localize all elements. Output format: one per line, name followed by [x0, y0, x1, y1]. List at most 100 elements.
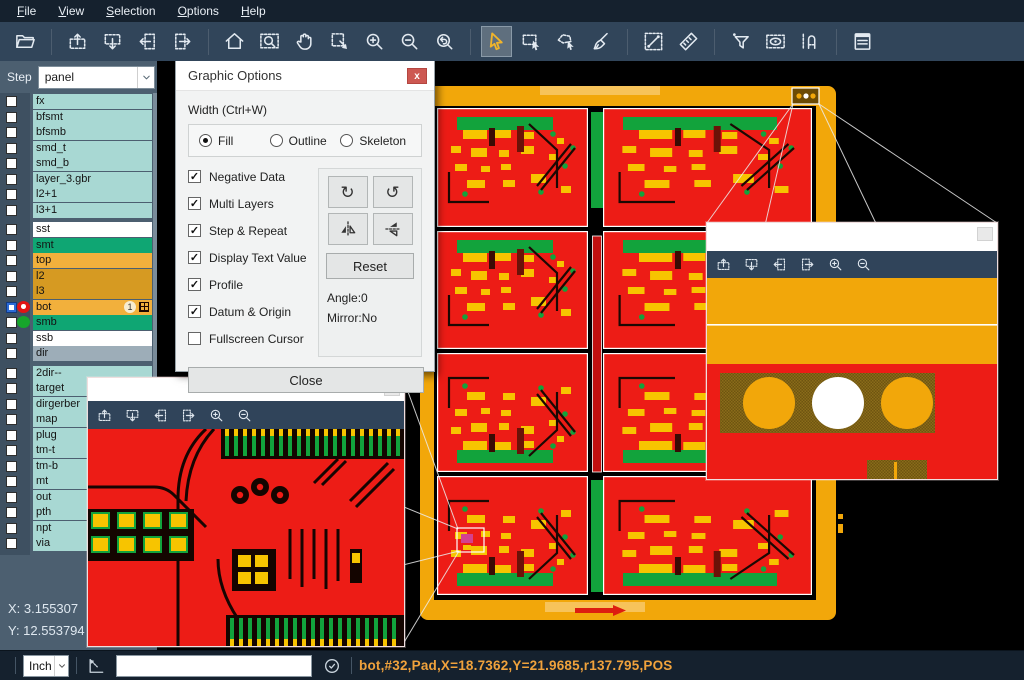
layer-visibility-checkbox[interactable] [6, 414, 17, 425]
pan-right-button[interactable] [799, 256, 816, 273]
left-magnifier-window[interactable] [87, 377, 405, 647]
layer-row[interactable]: smd_t [0, 141, 153, 157]
layer-visibility-checkbox[interactable] [6, 523, 17, 534]
home-view-button[interactable] [219, 26, 250, 57]
layer-visibility-checkbox[interactable] [6, 317, 17, 328]
layer-row[interactable]: bfsmb [0, 125, 153, 141]
layer-name[interactable]: fx [33, 94, 152, 109]
layer-name[interactable]: layer_3.gbr [33, 172, 152, 187]
layer-visibility-checkbox[interactable] [6, 96, 17, 107]
view-box-button[interactable] [760, 26, 791, 57]
layer-row[interactable]: top [0, 253, 153, 269]
pan-down-button[interactable] [97, 26, 128, 57]
layer-name[interactable]: l2+1 [33, 187, 152, 202]
layer-row[interactable]: smb [0, 315, 153, 331]
rotate-cw-button[interactable]: ↻ [328, 176, 368, 208]
layer-name[interactable]: smt [33, 238, 152, 253]
layer-row[interactable]: l3 [0, 284, 153, 300]
layer-row[interactable]: l3+1 [0, 203, 153, 219]
layer-name[interactable]: l3 [33, 284, 152, 299]
radio-skeleton[interactable]: Skeleton [340, 134, 411, 148]
layer-visibility-checkbox[interactable] [6, 158, 17, 169]
layer-name[interactable]: bot1 [33, 300, 152, 315]
radio-fill[interactable]: Fill [199, 134, 270, 148]
layers-panel-button[interactable] [847, 26, 878, 57]
layer-name[interactable]: sst [33, 222, 152, 237]
step-select[interactable]: panel [38, 66, 155, 89]
pan-left-button[interactable] [132, 26, 163, 57]
checkbox-datum-origin[interactable]: ✓Datum & Origin [188, 303, 318, 320]
dialog-titlebar[interactable]: Graphic Options x [176, 61, 434, 91]
layer-name[interactable]: l3+1 [33, 203, 152, 218]
checkbox-fullscreen-cursor[interactable]: Fullscreen Cursor [188, 330, 318, 347]
zoom-out-button[interactable] [855, 256, 872, 273]
clean-brush-button[interactable] [586, 26, 617, 57]
apply-command-icon[interactable] [322, 656, 342, 676]
layer-visibility-checkbox[interactable] [6, 240, 17, 251]
pan-hand-button[interactable] [289, 26, 320, 57]
layer-visibility-checkbox[interactable] [6, 224, 17, 235]
checkbox-multi-layers[interactable]: ✓Multi Layers [188, 195, 318, 212]
layer-row[interactable]: ssb [0, 331, 153, 347]
filter-button[interactable] [725, 26, 756, 57]
zoom-out-button[interactable] [236, 407, 253, 424]
rect-select-button[interactable] [516, 26, 547, 57]
pan-down-button[interactable] [743, 256, 760, 273]
layer-visibility-checkbox[interactable] [6, 112, 17, 123]
checkbox-negative-data[interactable]: ✓Negative Data [188, 168, 318, 185]
layer-row[interactable]: l2+1 [0, 187, 153, 203]
layer-visibility-checkbox[interactable] [6, 476, 17, 487]
layer-visibility-checkbox[interactable] [6, 461, 17, 472]
layer-name[interactable]: bfsmb [33, 125, 152, 140]
move-view-button[interactable] [324, 26, 355, 57]
command-input[interactable] [116, 655, 312, 677]
layer-visibility-checkbox[interactable] [6, 302, 17, 313]
layer-name[interactable]: dir [33, 346, 152, 361]
layer-row[interactable]: fx [0, 94, 153, 110]
popup-minimize-button[interactable] [977, 227, 993, 241]
layer-row[interactable]: smt [0, 238, 153, 254]
measure-distance-button[interactable] [638, 26, 669, 57]
layer-row[interactable]: smd_b [0, 156, 153, 172]
right-magnifier-window[interactable] [706, 222, 998, 480]
rotate-ccw-button[interactable]: ↺ [373, 176, 413, 208]
layer-row[interactable]: bot1 [0, 300, 153, 316]
checkbox-display-text-value[interactable]: ✓Display Text Value [188, 249, 318, 266]
pan-left-button[interactable] [771, 256, 788, 273]
pan-up-button[interactable] [96, 407, 113, 424]
layer-visibility-checkbox[interactable] [6, 399, 17, 410]
layer-name[interactable]: top [33, 253, 152, 268]
layer-visibility-checkbox[interactable] [6, 286, 17, 297]
menu-selection[interactable]: Selection [95, 0, 166, 22]
ruler-button[interactable] [673, 26, 704, 57]
layer-row[interactable]: sst [0, 222, 153, 238]
layer-visibility-checkbox[interactable] [6, 271, 17, 282]
right-magnifier-titlebar[interactable] [707, 223, 997, 251]
reset-button[interactable]: Reset [326, 253, 414, 279]
menu-file[interactable]: File [6, 0, 47, 22]
layer-visibility-checkbox[interactable] [6, 507, 17, 518]
layer-name[interactable]: smb [33, 315, 152, 330]
pan-up-button[interactable] [715, 256, 732, 273]
right-magnifier-content[interactable] [707, 278, 997, 479]
select-arrow-button[interactable] [481, 26, 512, 57]
layer-name[interactable]: smd_t [33, 141, 152, 156]
layer-visibility-checkbox[interactable] [6, 127, 17, 138]
corner-angle-icon[interactable] [86, 656, 106, 676]
layer-visibility-checkbox[interactable] [6, 348, 17, 359]
left-magnifier-content[interactable] [88, 429, 404, 646]
flip-horizontal-button[interactable] [328, 213, 368, 245]
dialog-close-icon[interactable]: x [407, 68, 427, 84]
zoom-out-button[interactable] [394, 26, 425, 57]
layer-name[interactable]: ssb [33, 331, 152, 346]
zoom-in-button[interactable] [208, 407, 225, 424]
layer-visibility-checkbox[interactable] [6, 538, 17, 549]
layer-row[interactable]: l2 [0, 269, 153, 285]
layer-visibility-checkbox[interactable] [6, 383, 17, 394]
checkbox-step-repeat[interactable]: ✓Step & Repeat [188, 222, 318, 239]
zoom-in-button[interactable] [827, 256, 844, 273]
layer-row[interactable]: layer_3.gbr [0, 172, 153, 188]
pan-down-button[interactable] [124, 407, 141, 424]
pan-right-button[interactable] [180, 407, 197, 424]
zoom-area-button[interactable] [254, 26, 285, 57]
